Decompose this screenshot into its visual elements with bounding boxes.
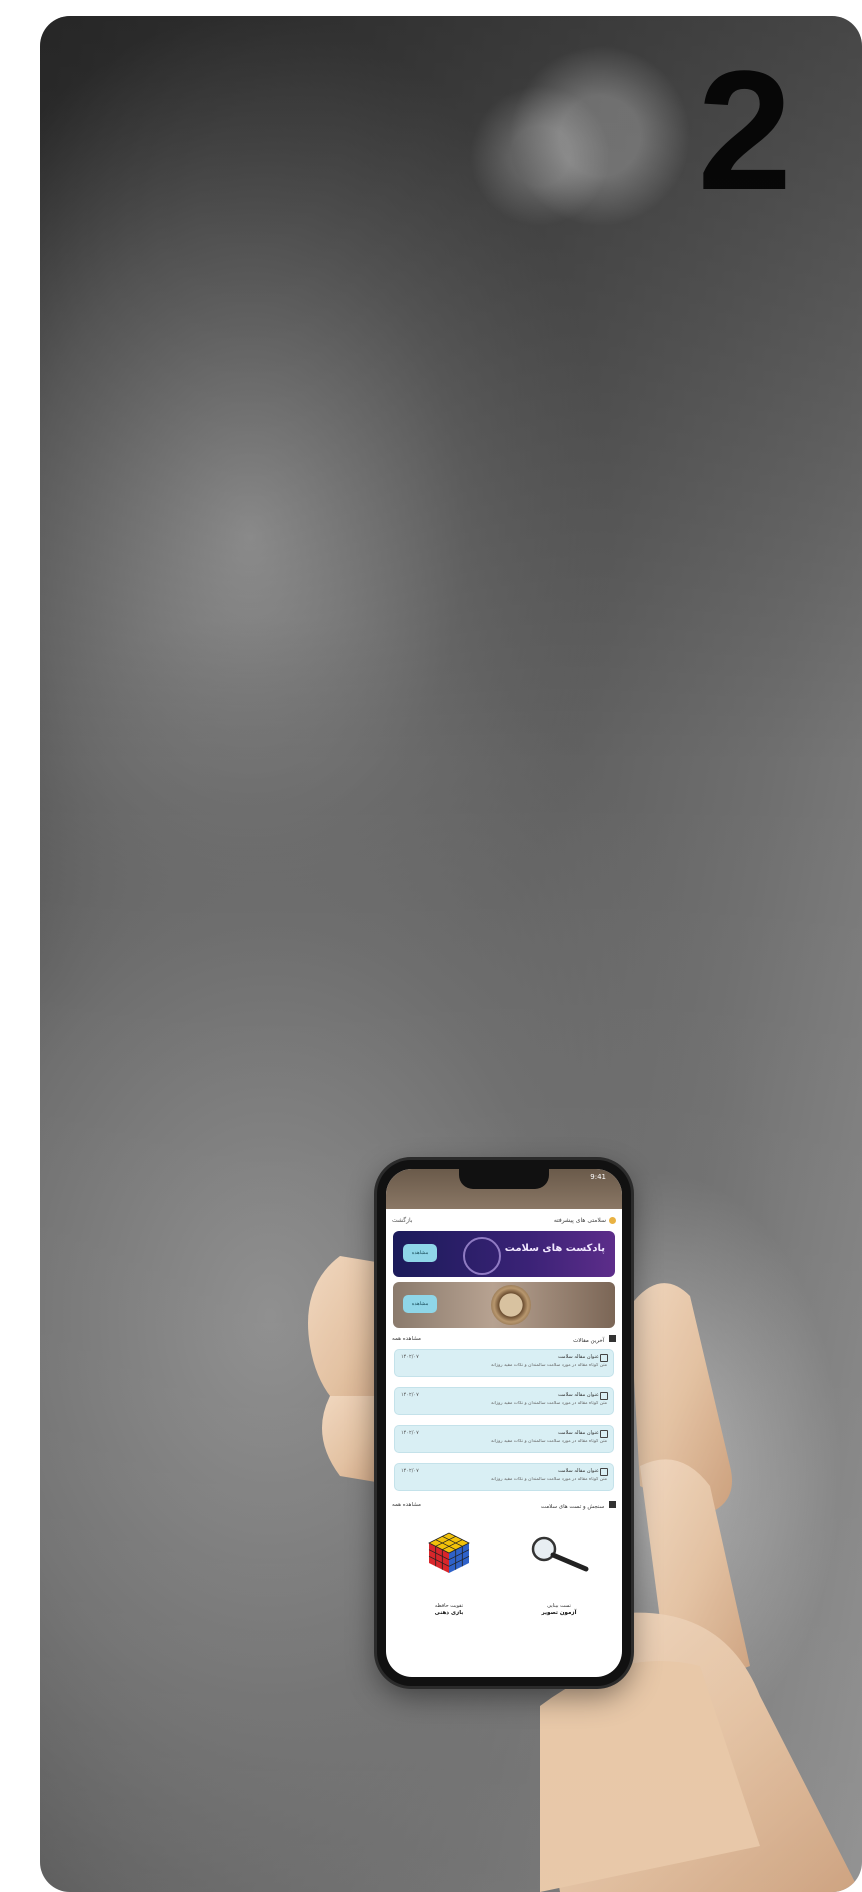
app-header: بازگشت سلامتی های پیشرفته bbox=[392, 1211, 616, 1229]
tools-section-header: مشاهده همه سنجش و تست های سلامت bbox=[392, 1499, 616, 1511]
phone-screen: 9:41 بازگشت سلامتی های پیشرفته مشاهده پا… bbox=[386, 1169, 622, 1677]
news-item-title: عنوان مقاله سلامت bbox=[557, 1468, 599, 1474]
smartphone: 9:41 بازگشت سلامتی های پیشرفته مشاهده پا… bbox=[377, 1160, 631, 1686]
magnifier-icon bbox=[531, 1536, 589, 1572]
tool-memory-title: تقویت حافظه bbox=[434, 1603, 464, 1609]
tools-see-all-link[interactable]: مشاهده همه bbox=[392, 1502, 421, 1508]
news-item-title: عنوان مقاله سلامت bbox=[557, 1430, 599, 1436]
phone-notch bbox=[459, 1169, 549, 1189]
news-item-text: متن کوتاه مقاله در مورد سلامت سالمندان و… bbox=[491, 1363, 607, 1368]
clock-banner[interactable]: مشاهده bbox=[393, 1282, 615, 1328]
news-item-date: ۱۴۰۲/۰۷ bbox=[401, 1354, 419, 1360]
tools-section-title-wrap: سنجش و تست های سلامت bbox=[540, 1500, 616, 1510]
podcast-banner-title: پادکست های سلامت bbox=[504, 1243, 605, 1254]
news-item-text: متن کوتاه مقاله در مورد سلامت سالمندان و… bbox=[491, 1401, 607, 1406]
headphones-icon bbox=[463, 1237, 501, 1275]
news-item-date: ۱۴۰۲/۰۷ bbox=[401, 1392, 419, 1398]
tools-row: تقویت حافظه بازی ذهنی تست بینایی آزمون ت… bbox=[386, 1511, 622, 1621]
news-item-text: متن کوتاه مقاله در مورد سلامت سالمندان و… bbox=[491, 1477, 607, 1482]
podcast-view-button[interactable]: مشاهده bbox=[403, 1244, 437, 1262]
tool-memory[interactable]: تقویت حافظه بازی ذهنی bbox=[394, 1511, 504, 1621]
news-item[interactable]: عنوان مقاله سلامت ۱۴۰۲/۰۷ متن کوتاه مقال… bbox=[394, 1463, 614, 1491]
back-link[interactable]: بازگشت bbox=[392, 1217, 413, 1224]
news-item[interactable]: عنوان مقاله سلامت ۱۴۰۲/۰۷ متن کوتاه مقال… bbox=[394, 1387, 614, 1415]
news-item-title: عنوان مقاله سلامت bbox=[557, 1392, 599, 1398]
news-section-title-wrap: آخرین مقالات bbox=[573, 1334, 616, 1344]
grid-icon bbox=[609, 1500, 616, 1508]
clock-view-button[interactable]: مشاهده bbox=[403, 1295, 437, 1313]
tool-memory-sub: بازی ذهنی bbox=[434, 1610, 464, 1616]
news-item-text: متن کوتاه مقاله در مورد سلامت سالمندان و… bbox=[491, 1439, 607, 1444]
news-item[interactable]: عنوان مقاله سلامت ۱۴۰۲/۰۷ متن کوتاه مقال… bbox=[394, 1425, 614, 1453]
podcast-banner[interactable]: مشاهده پادکست های سلامت bbox=[393, 1231, 615, 1277]
news-item-date: ۱۴۰۲/۰۷ bbox=[401, 1430, 419, 1436]
news-icon bbox=[600, 1354, 608, 1362]
news-icon bbox=[600, 1392, 608, 1400]
list-icon bbox=[609, 1334, 616, 1342]
news-icon bbox=[600, 1468, 608, 1476]
news-see-all-link[interactable]: مشاهده همه bbox=[392, 1336, 421, 1342]
tool-vision-title: تست بینایی bbox=[547, 1603, 571, 1609]
clock-icon bbox=[491, 1285, 531, 1325]
news-section-header: مشاهده همه آخرین مقالات bbox=[392, 1333, 616, 1345]
news-item-date: ۱۴۰۲/۰۷ bbox=[401, 1468, 419, 1474]
tool-vision[interactable]: تست بینایی آزمون تصویر bbox=[504, 1511, 614, 1621]
news-icon bbox=[600, 1430, 608, 1438]
rubiks-cube-icon bbox=[428, 1532, 470, 1573]
header-title-wrap: سلامتی های پیشرفته bbox=[553, 1216, 616, 1224]
status-time: 9:41 bbox=[590, 1173, 606, 1181]
header-title: سلامتی های پیشرفته bbox=[553, 1216, 606, 1224]
news-section-title: آخرین مقالات bbox=[573, 1337, 605, 1344]
tool-vision-label: تست بینایی آزمون تصویر bbox=[504, 1603, 614, 1617]
tool-vision-sub: آزمون تصویر bbox=[541, 1610, 577, 1616]
tools-section-title: سنجش و تست های سلامت bbox=[540, 1503, 605, 1510]
news-item-title: عنوان مقاله سلامت bbox=[557, 1354, 599, 1360]
tool-memory-label: تقویت حافظه بازی ذهنی bbox=[394, 1603, 504, 1617]
sun-icon bbox=[609, 1216, 616, 1224]
news-item[interactable]: عنوان مقاله سلامت ۱۴۰۲/۰۷ متن کوتاه مقال… bbox=[394, 1349, 614, 1377]
